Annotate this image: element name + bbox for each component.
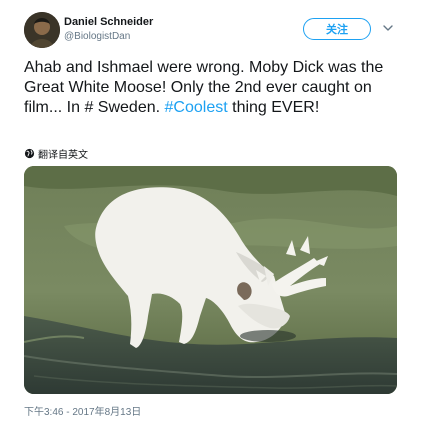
author-name[interactable]: Daniel Schneider (64, 16, 153, 28)
follow-button-label: 关注 (326, 24, 348, 36)
tweet-text-part-2: thing EVER! (227, 99, 320, 116)
translate-link[interactable]: 翻译自英文 (24, 146, 88, 161)
follow-button[interactable]: 关注 (303, 18, 371, 40)
translate-label: 翻译自英文 (38, 149, 88, 161)
avatar[interactable] (24, 12, 60, 48)
white-moose-photo (24, 166, 397, 394)
tweet-header: Daniel Schneider @BiologistDan 关注 (24, 12, 407, 48)
tweet-text: Ahab and Ishmael were wrong. Moby Dick w… (24, 58, 404, 118)
tweet-timestamp[interactable]: 下午3:46 - 2017年8月13日 (24, 403, 141, 418)
hashtag-link[interactable]: #Coolest (165, 99, 228, 116)
globe-icon (24, 148, 35, 158)
author-handle[interactable]: @BiologistDan (64, 31, 130, 42)
chevron-down-icon[interactable] (382, 22, 394, 34)
tweet-photo[interactable] (24, 166, 397, 394)
